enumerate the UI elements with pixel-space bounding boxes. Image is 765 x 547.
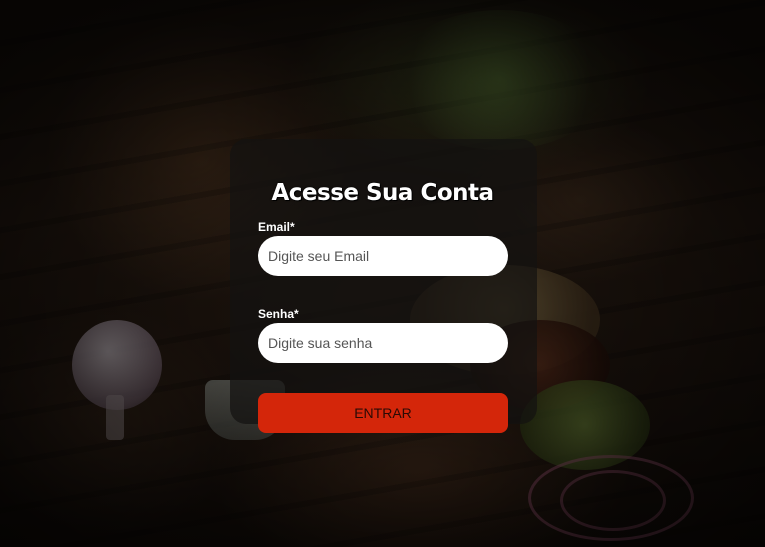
submit-button[interactable]: ENTRAR <box>258 393 508 433</box>
email-label: Email* <box>258 220 295 234</box>
page-title: Acesse Sua Conta <box>271 180 494 206</box>
password-label: Senha* <box>258 307 299 321</box>
email-field[interactable] <box>258 236 508 276</box>
password-field[interactable] <box>258 323 508 363</box>
